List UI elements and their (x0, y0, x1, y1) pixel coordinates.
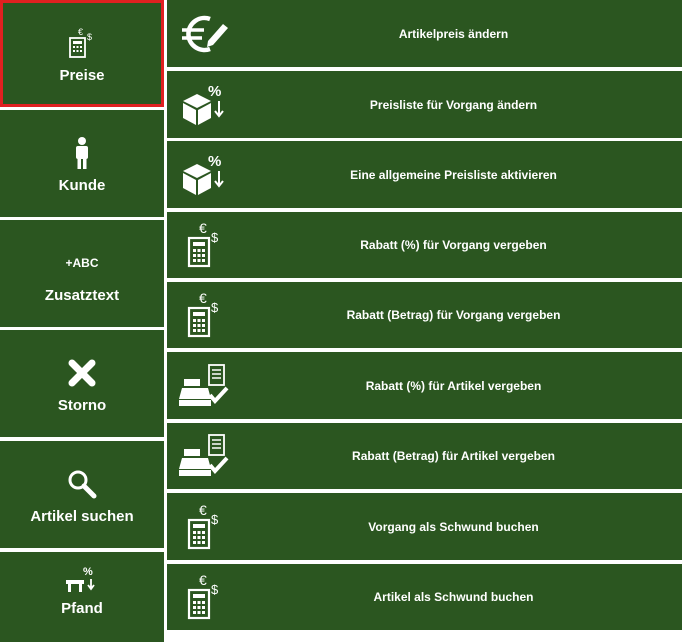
action-label: Rabatt (Betrag) für Vorgang vergeben (346, 308, 561, 322)
svg-text:€: € (199, 502, 207, 518)
svg-text:$: $ (211, 582, 219, 597)
sidebar-item-label: Pfand (61, 600, 103, 617)
action-label: Rabatt (Betrag) für Artikel vergeben (352, 449, 555, 463)
action-label: Vorgang als Schwund buchen (368, 519, 539, 534)
action-allgemeine-preisliste-aktivieren[interactable]: % Eine allgemeine Preisliste aktivieren (167, 141, 682, 208)
sidebar-item-label: Kunde (58, 177, 106, 194)
sidebar-item-kunde[interactable]: Kunde (0, 110, 164, 217)
calculator-euro-dollar-icon: € $ (175, 564, 235, 630)
svg-text:%: % (83, 566, 93, 578)
sidebar-item-label: Storno (57, 397, 107, 414)
sidebar-item-zusatztext[interactable]: +ABC Zusatztext (0, 220, 164, 327)
euro-edit-icon (175, 0, 235, 67)
svg-text:%: % (208, 153, 221, 170)
action-vorgang-schwund-buchen[interactable]: € $ Vorgang als Schwund buchen (167, 493, 682, 560)
sidebar-item-label: Preise (59, 67, 105, 84)
person-icon (73, 133, 91, 173)
svg-text:$: $ (211, 230, 219, 245)
svg-text:$: $ (211, 300, 219, 315)
svg-text:€: € (78, 27, 83, 37)
action-rabatt-prozent-artikel[interactable]: Rabatt (%) für Artikel vergeben (167, 352, 682, 419)
action-label: Rabatt (%) für Artikel vergeben (365, 378, 542, 393)
sidebar-item-pfand[interactable]: % Pfand (0, 552, 164, 642)
add-text-icon: +ABC (65, 256, 99, 270)
calculator-euro-dollar-icon: € $ (67, 23, 97, 63)
svg-text:€: € (199, 220, 207, 236)
action-label: Eine allgemeine Preisliste aktivieren (350, 167, 557, 182)
table-percent-icon: % (63, 562, 101, 596)
sidebar-item-label: Zusatztext (44, 287, 120, 304)
action-label: Artikelpreis ändern (398, 26, 509, 41)
action-label: Artikel als Schwund buchen (373, 590, 534, 604)
svg-text:$: $ (211, 512, 219, 527)
action-preisliste-vorgang-aendern[interactable]: % Preisliste für Vorgang ändern (167, 71, 682, 138)
action-rabatt-prozent-vorgang[interactable]: € $ Rabatt (%) für Vorgang vergeben (167, 212, 682, 278)
sidebar-item-storno[interactable]: Storno (0, 330, 164, 437)
sidebar-item-label: Artikel suchen (30, 508, 134, 525)
cash-register-check-icon (175, 352, 235, 419)
cash-register-check-icon (175, 423, 235, 489)
magnifier-icon (66, 464, 98, 504)
cross-icon (67, 353, 97, 393)
calculator-euro-dollar-icon: € $ (175, 212, 235, 278)
svg-text:€: € (199, 572, 207, 588)
action-label: Rabatt (%) für Vorgang vergeben (360, 238, 547, 252)
action-rabatt-betrag-vorgang[interactable]: € $ Rabatt (Betrag) für Vorgang vergeben (167, 282, 682, 348)
box-percent-icon: % (175, 141, 235, 208)
calculator-euro-dollar-icon: € $ (175, 493, 235, 560)
svg-text:%: % (208, 83, 221, 100)
action-label: Preisliste für Vorgang ändern (369, 97, 538, 112)
box-percent-icon: % (175, 71, 235, 138)
sidebar-item-preise[interactable]: € $ Preise (0, 0, 164, 107)
calculator-euro-dollar-icon: € $ (175, 282, 235, 348)
action-artikel-schwund-buchen[interactable]: € $ Artikel als Schwund buchen (167, 564, 682, 630)
action-rabatt-betrag-artikel[interactable]: Rabatt (Betrag) für Artikel vergeben (167, 423, 682, 489)
action-artikelpreis-aendern[interactable]: Artikelpreis ändern (167, 0, 682, 67)
svg-text:$: $ (87, 32, 92, 42)
sidebar-item-artikel-suchen[interactable]: Artikel suchen (0, 441, 164, 548)
svg-text:€: € (199, 290, 207, 306)
